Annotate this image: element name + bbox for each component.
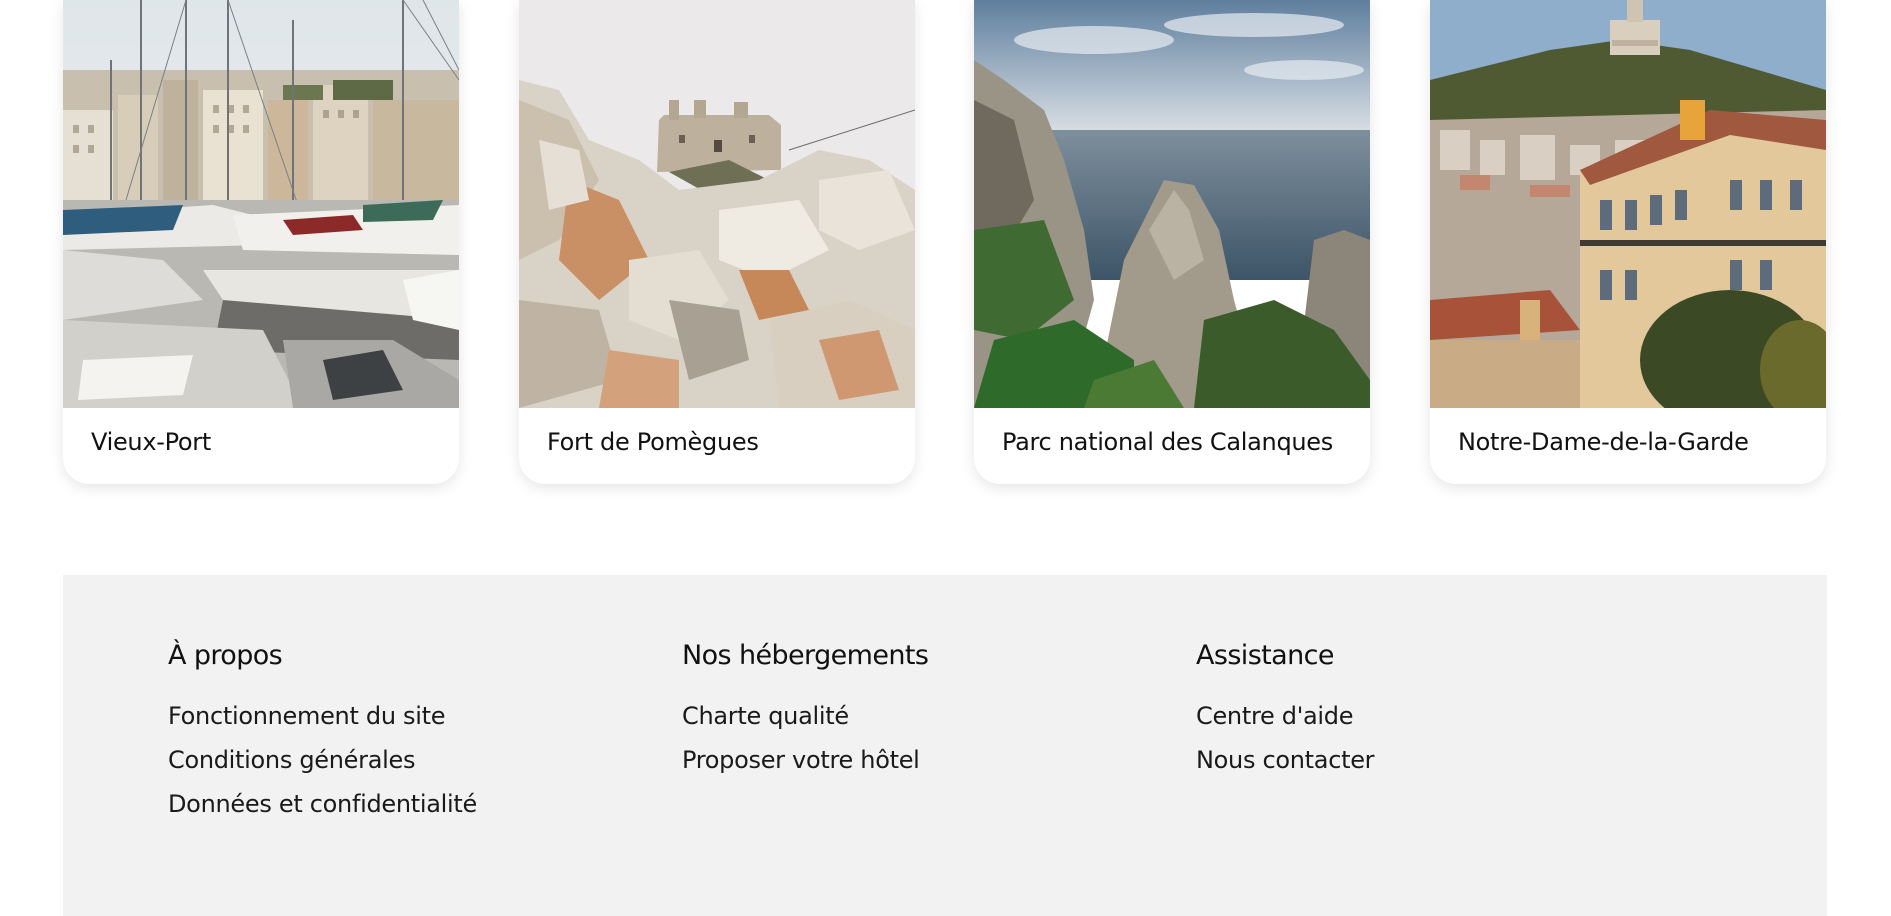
card-notre-dame-de-la-garde[interactable]: Notre-Dame-de-la-Garde	[1430, 0, 1826, 484]
footer-heading: Assistance	[1196, 640, 1334, 671]
card-title: Fort de Pomègues	[547, 428, 759, 456]
footer-link-charte[interactable]: Charte qualité	[682, 694, 1162, 738]
footer-heading: À propos	[168, 640, 283, 671]
footer-link-conditions[interactable]: Conditions générales	[168, 738, 648, 782]
card-title: Vieux-Port	[91, 428, 211, 456]
site-footer: À propos Fonctionnement du site Conditio…	[63, 575, 1827, 916]
footer-column-hebergements: Nos hébergements Charte qualité Proposer…	[682, 640, 1162, 782]
footer-link-contact[interactable]: Nous contacter	[1196, 738, 1676, 782]
footer-link-centre-aide[interactable]: Centre d'aide	[1196, 694, 1676, 738]
footer-link-fonctionnement[interactable]: Fonctionnement du site	[168, 694, 648, 738]
calanques-image	[974, 0, 1370, 408]
footer-column-a-propos: À propos Fonctionnement du site Conditio…	[168, 640, 648, 826]
destination-cards: Vieux-Port Fort de Pomègues Parc nationa…	[63, 0, 1827, 484]
vieux-port-image	[63, 0, 459, 408]
card-title: Parc national des Calanques	[1002, 428, 1333, 456]
card-vieux-port[interactable]: Vieux-Port	[63, 0, 459, 484]
footer-link-proposer-hotel[interactable]: Proposer votre hôtel	[682, 738, 1162, 782]
footer-link-donnees[interactable]: Données et confidentialité	[168, 782, 648, 826]
card-parc-national-des-calanques[interactable]: Parc national des Calanques	[974, 0, 1370, 484]
fort-de-pomegues-image	[519, 0, 915, 408]
footer-heading: Nos hébergements	[682, 640, 929, 671]
card-fort-de-pomegues[interactable]: Fort de Pomègues	[519, 0, 915, 484]
footer-column-assistance: Assistance Centre d'aide Nous contacter	[1196, 640, 1676, 782]
card-title: Notre-Dame-de-la-Garde	[1458, 428, 1749, 456]
notre-dame-de-la-garde-image	[1430, 0, 1826, 408]
